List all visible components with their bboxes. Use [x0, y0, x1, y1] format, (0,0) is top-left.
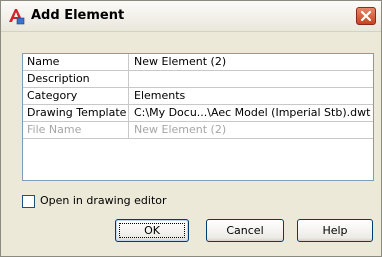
close-button[interactable] — [356, 7, 376, 25]
open-in-editor-label[interactable]: Open in drawing editor — [40, 194, 167, 208]
title-bar[interactable]: Add Element — [1, 1, 381, 32]
property-row-name[interactable]: Name New Element (2) — [23, 54, 373, 71]
property-row-drawing-template[interactable]: Drawing Template C:\My Docu...\Aec Model… — [23, 105, 373, 122]
help-button[interactable]: Help — [297, 219, 373, 242]
property-key: Drawing Template — [23, 105, 129, 121]
property-key: Category — [23, 88, 129, 104]
file-name-value: New Element (2) — [134, 123, 227, 136]
close-icon — [360, 10, 372, 22]
property-row-file-name: File Name New Element (2) — [23, 122, 373, 139]
name-value[interactable]: New Element (2) — [134, 54, 226, 70]
ok-button[interactable]: OK — [115, 219, 189, 242]
property-key: Name — [23, 54, 129, 70]
help-label: Help — [322, 224, 348, 237]
properties-table: Name New Element (2) Description Categor… — [22, 53, 374, 181]
property-row-category[interactable]: Category Elements — [23, 88, 373, 105]
property-row-description[interactable]: Description — [23, 71, 373, 88]
category-value[interactable]: Elements — [134, 88, 185, 104]
open-in-editor-checkbox[interactable] — [22, 195, 35, 208]
cancel-label: Cancel — [226, 224, 264, 237]
dialog-title: Add Element — [31, 8, 125, 23]
add-element-dialog: Add Element Name New Element (2) Descrip… — [0, 0, 382, 257]
property-key: Description — [23, 71, 129, 87]
property-key: File Name — [23, 122, 129, 138]
focus-rect — [119, 223, 185, 238]
drawing-template-value[interactable]: C:\My Docu...\Aec Model (Imperial Stb).d… — [134, 105, 370, 121]
cancel-button[interactable]: Cancel — [206, 219, 284, 242]
autocad-a-icon — [7, 7, 25, 25]
